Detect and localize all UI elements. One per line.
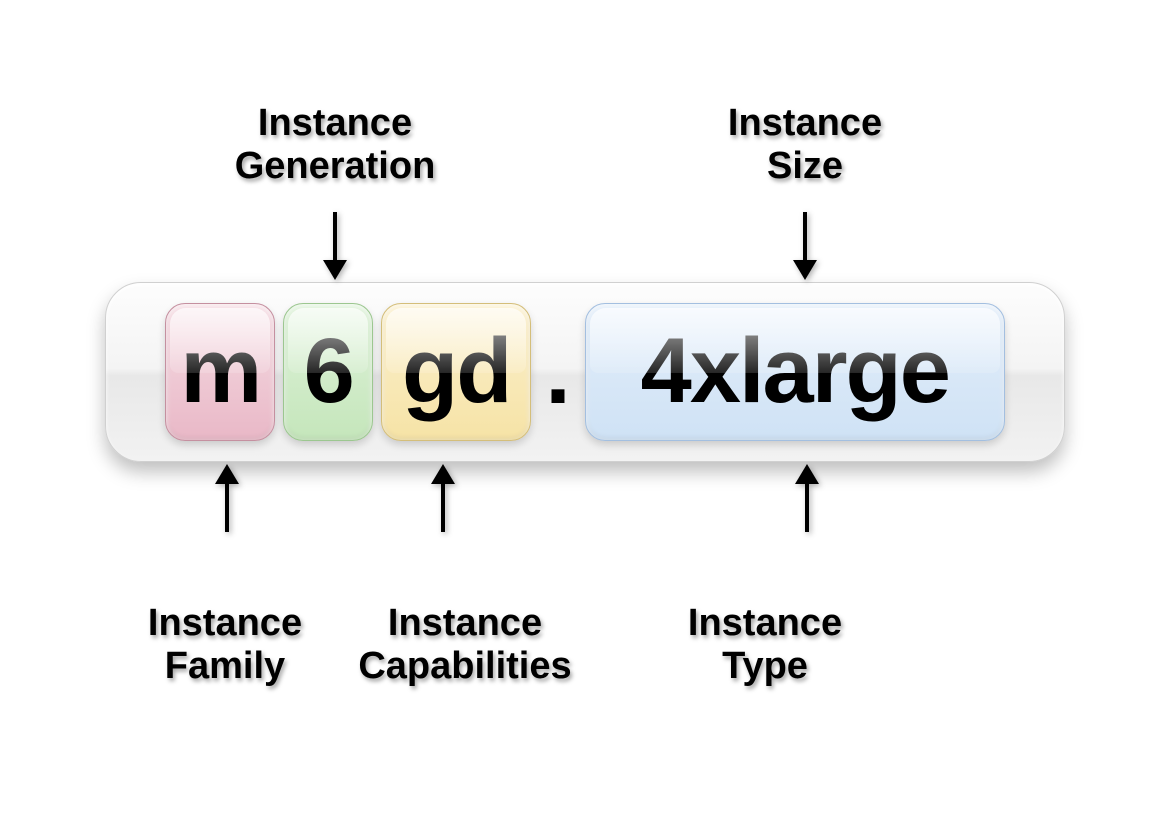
segment-text: 6 (304, 319, 353, 424)
segment-instance-size: 4xlarge (585, 303, 1005, 441)
arrow-up-icon (225, 482, 229, 532)
instance-naming-diagram: Instance Generation Instance Size m 6 gd… (105, 102, 1065, 712)
separator-text: . (545, 321, 571, 423)
arrow-down-icon (803, 212, 807, 262)
separator-dot: . (545, 303, 571, 441)
label-instance-generation: Instance Generation (215, 102, 455, 189)
segment-text: 4xlarge (641, 319, 949, 424)
label-text: Instance Family (125, 602, 325, 689)
label-text: Instance Type (665, 602, 865, 689)
arrow-up-icon (441, 482, 445, 532)
arrow-down-icon (333, 212, 337, 262)
label-instance-type: Instance Type (665, 602, 865, 689)
segment-text: m (180, 319, 260, 424)
label-text: Instance Size (705, 102, 905, 189)
label-instance-size: Instance Size (705, 102, 905, 189)
segment-instance-capabilities: gd (381, 303, 531, 441)
label-text: Instance Generation (215, 102, 455, 189)
instance-name-pill: m 6 gd . 4xlarge (105, 282, 1065, 462)
segment-instance-family: m (165, 303, 275, 441)
top-labels-row: Instance Generation Instance Size (105, 102, 1065, 212)
segment-text: gd (402, 319, 510, 424)
label-instance-family: Instance Family (125, 602, 325, 689)
bottom-arrows-row (105, 462, 1065, 532)
bottom-labels-row: Instance Family Instance Capabilities In… (105, 602, 1065, 712)
label-instance-capabilities: Instance Capabilities (335, 602, 595, 689)
label-text: Instance Capabilities (335, 602, 595, 689)
arrow-up-icon (805, 482, 809, 532)
top-arrows-row (105, 212, 1065, 282)
segment-instance-generation: 6 (283, 303, 373, 441)
